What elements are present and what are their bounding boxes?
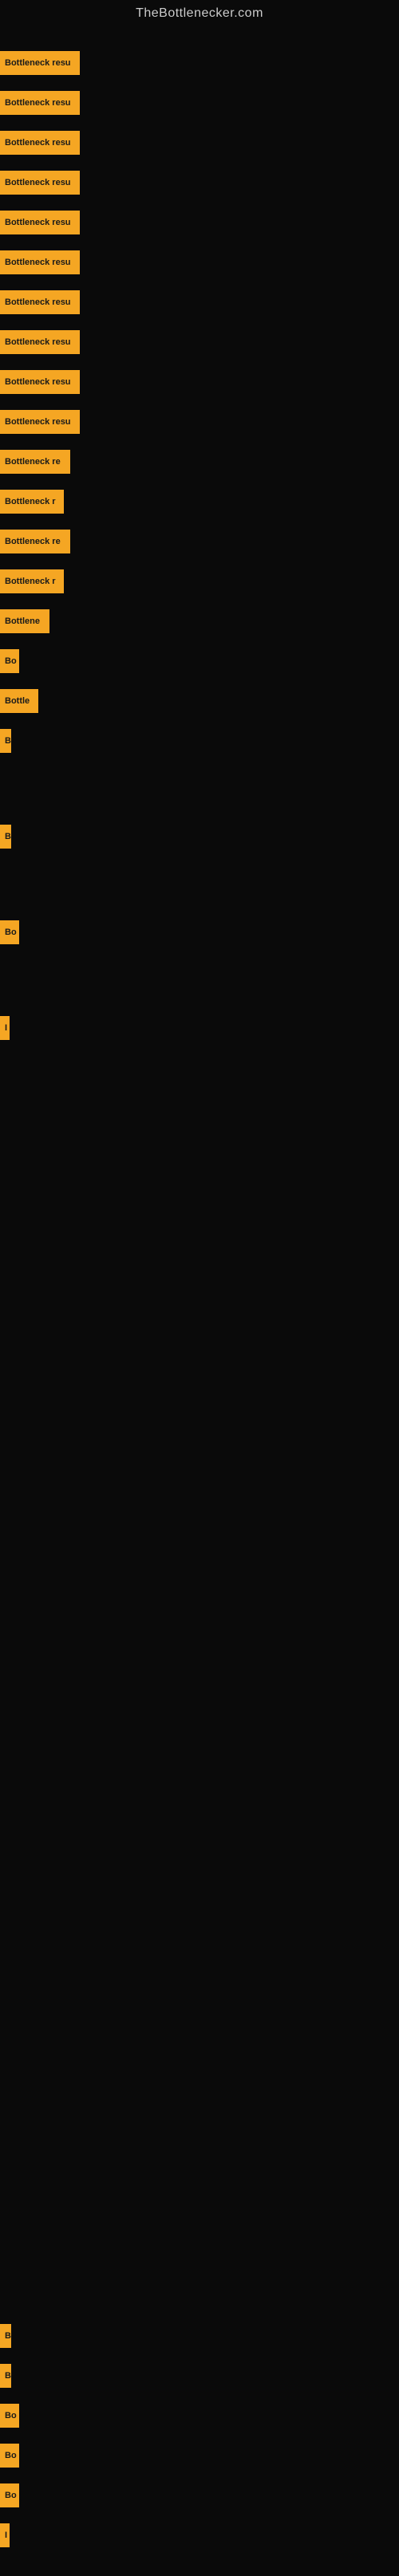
list-item: Bottleneck r (0, 566, 64, 597)
list-item: Bo (0, 2401, 19, 2431)
list-item: Bottleneck resu (0, 287, 80, 317)
bottleneck-label: Bo (0, 2444, 19, 2468)
bottleneck-label: Bo (0, 649, 19, 673)
bottleneck-label: I (0, 2523, 10, 2547)
bottleneck-label: B (0, 729, 11, 753)
list-item: I (0, 2520, 10, 2550)
list-item: Bo (0, 2480, 19, 2511)
list-item: Bottleneck r (0, 486, 64, 517)
list-item: B (0, 821, 11, 852)
bottleneck-label: I (0, 1016, 10, 1040)
bottleneck-label: Bottleneck resu (0, 330, 80, 354)
list-item: Bottleneck re (0, 447, 70, 477)
bottleneck-label: B (0, 2364, 11, 2388)
list-item: I (0, 1013, 10, 1043)
list-item: Bo (0, 917, 19, 947)
bottleneck-label: Bottleneck resu (0, 51, 80, 75)
list-item: Bottleneck resu (0, 88, 80, 118)
list-item: B (0, 2321, 11, 2351)
list-item: Bottleneck resu (0, 48, 80, 78)
bottleneck-label: Bo (0, 920, 19, 944)
list-item: B (0, 2361, 11, 2391)
list-item: Bottleneck resu (0, 207, 80, 238)
bottleneck-label: Bottleneck resu (0, 250, 80, 274)
bottleneck-label: Bottleneck resu (0, 171, 80, 195)
list-item: Bottleneck resu (0, 407, 80, 437)
site-title: TheBottlenecker.com (0, 0, 399, 24)
list-item: Bottleneck resu (0, 367, 80, 397)
list-item: Bottleneck resu (0, 128, 80, 158)
bottleneck-label: Bottleneck resu (0, 91, 80, 115)
bottleneck-label: Bottlene (0, 609, 49, 633)
bottleneck-label: Bottleneck resu (0, 410, 80, 434)
bottleneck-label: Bo (0, 2404, 19, 2428)
list-item: Bottleneck resu (0, 327, 80, 357)
list-item: Bo (0, 646, 19, 676)
bottleneck-label: Bottleneck r (0, 569, 64, 593)
list-item: B (0, 726, 11, 756)
bottleneck-label: Bo (0, 2483, 19, 2507)
list-item: Bottleneck resu (0, 167, 80, 198)
list-item: Bo (0, 2440, 19, 2471)
bottleneck-label: Bottle (0, 689, 38, 713)
bottleneck-label: Bottleneck resu (0, 211, 80, 234)
list-item: Bottleneck resu (0, 247, 80, 278)
bottleneck-label: Bottleneck resu (0, 290, 80, 314)
bottleneck-label: Bottleneck resu (0, 131, 80, 155)
list-item: Bottleneck re (0, 526, 70, 557)
list-item: Bottle (0, 686, 38, 716)
bottleneck-label: B (0, 2324, 11, 2348)
list-item: Bottlene (0, 606, 49, 636)
bottleneck-label: Bottleneck re (0, 450, 70, 474)
bottleneck-label: Bottleneck resu (0, 370, 80, 394)
bottleneck-label: Bottleneck r (0, 490, 64, 514)
bottleneck-label: Bottleneck re (0, 530, 70, 553)
bottleneck-label: B (0, 825, 11, 849)
